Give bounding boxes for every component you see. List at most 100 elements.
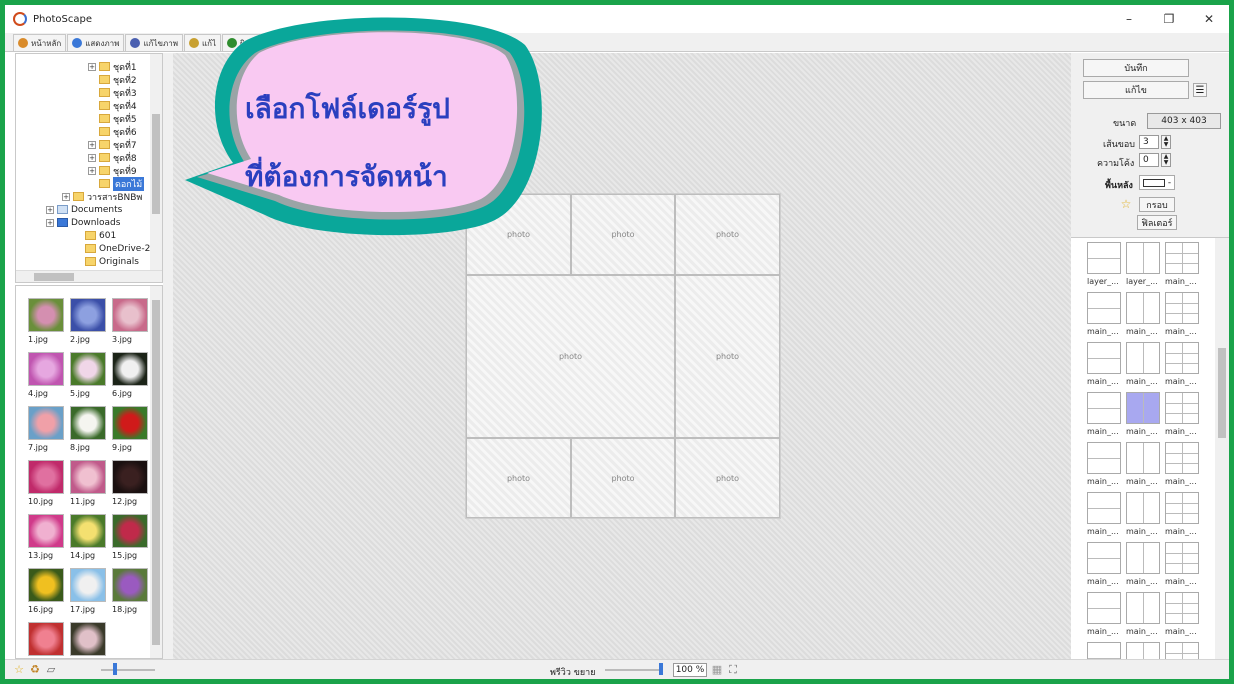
template-preview[interactable] [1087, 242, 1121, 274]
filter-button[interactable]: ฟิลเตอร์ [1137, 215, 1177, 230]
thumbnail-item[interactable]: 18.jpg [112, 568, 150, 619]
thumbnail-item[interactable]: 4.jpg [28, 352, 66, 403]
template-preview[interactable] [1165, 542, 1199, 574]
tree-item[interactable]: 601 [74, 229, 116, 242]
thumbnail-item[interactable]: 15.jpg [112, 514, 150, 565]
tab-1[interactable]: แสดงภาพ [67, 34, 125, 51]
scroll-thumb[interactable] [34, 273, 74, 281]
template-preview[interactable] [1087, 392, 1121, 424]
frame-button[interactable]: กรอบ [1139, 197, 1175, 212]
template-preview[interactable] [1087, 642, 1121, 659]
template-preview[interactable] [1126, 542, 1160, 574]
template-item[interactable]: main_... [1087, 342, 1123, 390]
thumbnail-image[interactable] [112, 352, 148, 386]
expand-toggle-icon[interactable]: + [88, 153, 96, 162]
thumbnail-item[interactable]: 5.jpg [70, 352, 108, 403]
thumbnail-image[interactable] [112, 568, 148, 602]
template-item[interactable] [1126, 642, 1162, 659]
photo-slot[interactable]: photo [466, 438, 571, 518]
template-item[interactable]: main_... [1165, 392, 1201, 440]
tree-item[interactable]: + Downloads [46, 216, 120, 229]
template-preview[interactable] [1126, 392, 1160, 424]
thumbnail-item[interactable]: 12.jpg [112, 460, 150, 511]
thumbnail-image[interactable] [28, 298, 64, 332]
template-preview[interactable] [1165, 442, 1199, 474]
photo-slot[interactable]: photo [571, 438, 675, 518]
template-item[interactable] [1165, 642, 1201, 659]
tree-item[interactable]: ดอกไม้ [88, 176, 145, 191]
template-item[interactable]: main_... [1165, 242, 1201, 290]
template-item[interactable] [1087, 642, 1123, 659]
template-preview[interactable] [1126, 242, 1160, 274]
save-button[interactable]: บันทึก [1083, 59, 1189, 77]
thumbnail-item[interactable]: 8.jpg [70, 406, 108, 457]
minimize-button[interactable]: – [1109, 5, 1149, 33]
thumbnail-image[interactable] [112, 514, 148, 548]
photo-slot[interactable]: photo [571, 194, 675, 275]
template-item[interactable]: main_... [1165, 442, 1201, 490]
border-input[interactable]: 3 [1139, 135, 1159, 149]
template-preview[interactable] [1126, 342, 1160, 374]
template-item[interactable]: main_... [1126, 542, 1162, 590]
thumbnail-item[interactable]: 1.jpg [28, 298, 66, 349]
template-list[interactable]: layer_... layer_... main_... main_... main_.… [1071, 237, 1229, 659]
thumbnail-image[interactable] [28, 352, 64, 386]
template-preview[interactable] [1165, 592, 1199, 624]
expand-toggle-icon[interactable]: + [88, 166, 96, 175]
template-item[interactable]: main_... [1126, 342, 1162, 390]
thumbnail-image[interactable] [70, 406, 106, 440]
thumbnail-item[interactable]: 9.jpg [112, 406, 150, 457]
template-item[interactable]: main_... [1165, 592, 1201, 640]
tree-item[interactable]: ชุดที่5 [88, 112, 137, 125]
template-item[interactable]: main_... [1126, 492, 1162, 540]
thumbnail-item[interactable]: 6.jpg [112, 352, 150, 403]
expand-toggle-icon[interactable]: + [62, 192, 70, 201]
template-item[interactable]: main_... [1165, 542, 1201, 590]
expand-toggle-icon[interactable]: + [88, 140, 96, 149]
tree-item[interactable]: ชุดที่2 [88, 73, 137, 86]
template-item[interactable]: main_... [1126, 392, 1162, 440]
expand-toggle-icon[interactable]: + [46, 218, 54, 227]
template-preview[interactable] [1126, 442, 1160, 474]
template-item[interactable]: main_... [1126, 292, 1162, 340]
template-item[interactable]: main_... [1165, 492, 1201, 540]
template-item[interactable]: main_... [1126, 442, 1162, 490]
template-preview[interactable] [1126, 592, 1160, 624]
thumbnail-size-knob[interactable] [113, 663, 117, 675]
radius-spinner[interactable]: ▲ ▼ [1161, 153, 1171, 167]
template-preview[interactable] [1087, 442, 1121, 474]
template-item[interactable]: main_... [1087, 492, 1123, 540]
thumbnail-image[interactable] [28, 406, 64, 440]
folder-open-icon[interactable]: ▱ [45, 664, 57, 676]
thumbnail-item[interactable]: 13.jpg [28, 514, 66, 565]
close-button[interactable]: ✕ [1189, 5, 1229, 33]
tree-item[interactable]: OneDrive-20 [74, 242, 156, 255]
template-item[interactable]: main_... [1087, 542, 1123, 590]
list-menu-icon[interactable]: ☰ [1193, 83, 1207, 97]
zoom-slider[interactable] [605, 669, 663, 671]
photo-slot[interactable]: photo [675, 194, 780, 275]
template-preview[interactable] [1165, 642, 1199, 659]
template-preview[interactable] [1165, 242, 1199, 274]
template-preview[interactable] [1087, 492, 1121, 524]
thumbnail-image[interactable] [28, 622, 64, 656]
thumbnail-image[interactable] [112, 298, 148, 332]
template-item[interactable]: main_... [1165, 292, 1201, 340]
thumbnail-item[interactable]: 16.jpg [28, 568, 66, 619]
thumbnail-image[interactable] [28, 568, 64, 602]
maximize-button[interactable]: ❐ [1149, 5, 1189, 33]
star-icon[interactable]: ☆ [1119, 197, 1133, 211]
expand-toggle-icon[interactable]: + [88, 62, 96, 71]
template-item[interactable]: main_... [1087, 292, 1123, 340]
thumbnail-image[interactable] [70, 568, 106, 602]
template-preview[interactable] [1087, 342, 1121, 374]
thumbnail-image[interactable] [28, 514, 64, 548]
template-preview[interactable] [1165, 292, 1199, 324]
zoom-knob[interactable] [659, 663, 663, 675]
template-item[interactable]: layer_... [1126, 242, 1162, 290]
tree-item[interactable]: ชุดที่3 [88, 86, 137, 99]
thumbnail-item[interactable]: 3.jpg [112, 298, 150, 349]
template-item[interactable]: main_... [1087, 392, 1123, 440]
tree-item[interactable]: + ชุดที่8 [88, 151, 137, 164]
photo-slot[interactable]: photo [675, 275, 780, 438]
